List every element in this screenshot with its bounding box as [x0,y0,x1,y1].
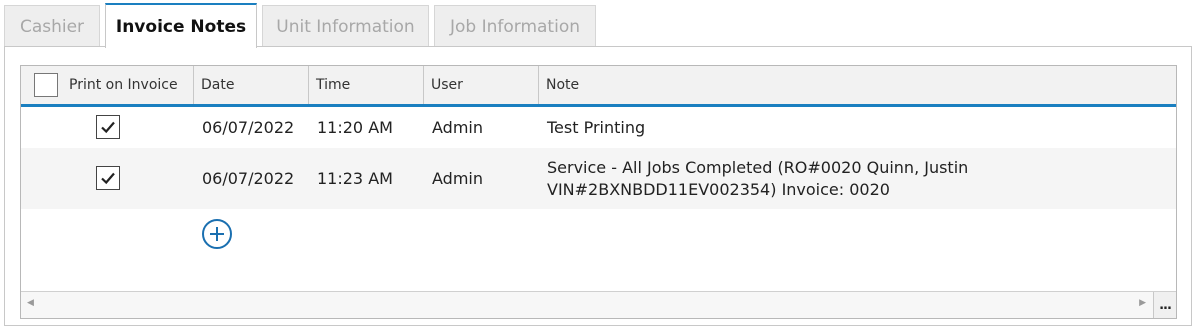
table-row[interactable]: 06/07/2022 11:20 AM Admin Test Printing [21,107,1176,148]
tab-job-information[interactable]: Job Information [434,5,596,47]
column-label-time: Time [316,77,351,93]
more-options-button[interactable]: ... [1153,292,1176,318]
note-cell: Test Printing [547,107,645,148]
table-row[interactable]: 06/07/2022 11:23 AM Admin Service - All … [21,148,1176,209]
date-cell: 06/07/2022 [202,169,295,188]
note-text-line-2: VIN#2BXNBDD11EV002354) Invoice: 0020 [547,179,890,199]
column-label-print-on-invoice: Print on Invoice [69,77,178,93]
column-header-print-on-invoice[interactable]: Print on Invoice [21,66,194,104]
tab-cashier[interactable]: Cashier [4,5,100,47]
column-label-note: Note [546,77,580,93]
invoice-notes-panel: Print on Invoice Date Time User Note 06/ [4,46,1192,326]
column-label-user: User [431,77,463,93]
checkmark-icon [101,172,115,185]
column-header-time[interactable]: Time [309,66,424,104]
scroll-right-icon[interactable]: ▶ [1139,298,1146,308]
select-all-checkbox[interactable] [34,73,58,97]
plus-circle-icon [210,227,224,241]
note-text: Test Printing [547,117,646,137]
scroll-left-icon[interactable]: ◀ [27,298,34,308]
column-header-user[interactable]: User [424,66,539,104]
print-on-invoice-checkbox[interactable] [96,115,120,139]
horizontal-scrollbar[interactable]: ◀ ▶ ... [21,291,1176,318]
user-cell: Admin [432,169,483,188]
checkmark-icon [101,121,115,134]
date-cell: 06/07/2022 [202,118,295,137]
note-text-line-1: Service - All Jobs Completed (RO#0020 Qu… [547,157,969,177]
time-cell: 11:20 AM [317,118,393,137]
tab-invoice-notes[interactable]: Invoice Notes [105,3,257,48]
column-label-date: Date [201,77,235,93]
note-cell: Service - All Jobs Completed (RO#0020 Qu… [547,148,968,209]
column-header-date[interactable]: Date [194,66,309,104]
time-cell: 11:23 AM [317,169,393,188]
print-on-invoice-checkbox[interactable] [96,166,120,190]
grid-header: Print on Invoice Date Time User Note [21,66,1176,107]
notes-grid: Print on Invoice Date Time User Note 06/ [20,65,1177,319]
column-header-note[interactable]: Note [539,66,1176,104]
user-cell: Admin [432,118,483,137]
add-note-button[interactable] [202,219,232,249]
more-icon: ... [1159,297,1172,313]
tab-unit-information[interactable]: Unit Information [262,5,429,47]
